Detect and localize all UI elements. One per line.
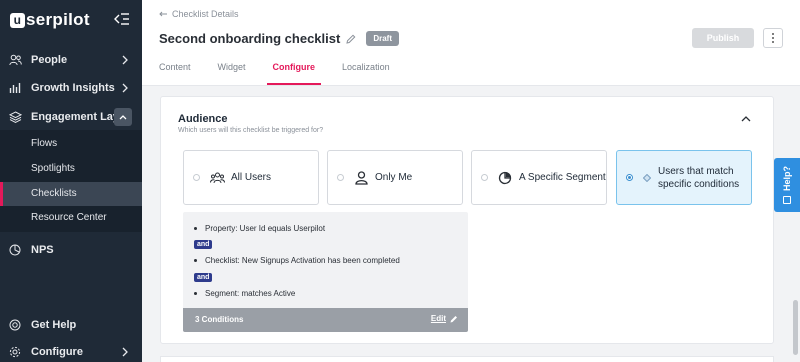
sidebar-subitem-flows[interactable]: Flows: [0, 132, 142, 156]
pencil-icon[interactable]: [346, 34, 356, 44]
tab-localization[interactable]: Localization: [342, 58, 390, 86]
diamond-icon: [642, 170, 651, 186]
logo-text: serpilot: [26, 10, 90, 29]
status-badge: Draft: [366, 31, 399, 46]
option-label: Only Me: [375, 172, 413, 183]
arrow-left-icon: [159, 11, 167, 17]
layers-icon: [8, 110, 22, 124]
and-badge: and: [194, 240, 213, 249]
sidebar: u serpilot People Growth Insights Engage…: [0, 0, 142, 362]
chevron-right-icon: [122, 83, 128, 93]
next-section-card: [160, 356, 774, 362]
sidebar-subitem-resource-center[interactable]: Resource Center: [0, 206, 142, 230]
audience-card: Audience Which users will this checklist…: [160, 96, 774, 344]
scrollbar[interactable]: [793, 300, 798, 355]
more-options-icon[interactable]: [763, 28, 783, 48]
sidebar-item-get-help[interactable]: Get Help: [0, 312, 142, 338]
option-label: All Users: [231, 172, 272, 183]
sidebar-subitem-spotlights[interactable]: Spotlights: [0, 157, 142, 181]
back-link[interactable]: Checklist Details: [159, 9, 239, 19]
audience-option-specific-segment[interactable]: A Specific Segment: [471, 150, 607, 205]
book-icon: [783, 195, 791, 204]
radio-button[interactable]: [193, 174, 200, 181]
option-label: A Specific Segment: [519, 172, 606, 183]
conditions-panel: Property: User Id equals Userpilot and C…: [183, 212, 468, 332]
sidebar-item-label: Growth Insights: [31, 82, 115, 94]
people-icon: [8, 53, 22, 67]
audience-title: Audience: [178, 113, 228, 125]
conditions-footer: 3 Conditions Edit: [183, 308, 468, 332]
condition-item: Segment: matches Active: [194, 289, 295, 298]
chevron-right-icon: [122, 347, 128, 357]
back-link-label: Checklist Details: [172, 9, 239, 19]
tab-content[interactable]: Content: [159, 58, 191, 86]
chevron-up-icon[interactable]: [741, 115, 751, 122]
bar-chart-icon: [8, 81, 22, 95]
help-tab-label: Help?: [782, 166, 792, 192]
gear-icon: [8, 345, 22, 359]
condition-item: Checklist: New Signups Activation has be…: [194, 256, 400, 265]
pencil-icon: [450, 315, 457, 322]
sidebar-subitem-checklists[interactable]: Checklists: [0, 182, 142, 206]
audience-option-conditions[interactable]: Users that match specific conditions: [616, 150, 752, 205]
publish-button[interactable]: Publish: [692, 28, 754, 48]
edit-conditions-link[interactable]: Edit: [431, 314, 458, 323]
sidebar-item-growth-insights[interactable]: Growth Insights: [0, 75, 142, 101]
pie-chart-icon: [497, 170, 513, 186]
option-label: Users that match specific conditions: [658, 165, 740, 190]
page-title: Second onboarding checklist Draft: [159, 31, 399, 46]
logo[interactable]: u serpilot: [10, 10, 90, 30]
sidebar-item-label: Configure: [31, 346, 83, 358]
sidebar-item-people[interactable]: People: [0, 47, 142, 73]
radio-button[interactable]: [626, 174, 633, 181]
page-header: Checklist Details Second onboarding chec…: [142, 0, 800, 86]
audience-option-only-me[interactable]: Only Me: [327, 150, 463, 205]
conditions-count: 3 Conditions: [195, 315, 244, 324]
page-title-text: Second onboarding checklist: [159, 31, 341, 46]
audience-subtitle: Which users will this checklist be trigg…: [178, 127, 324, 134]
nps-icon: [8, 243, 22, 257]
radio-button[interactable]: [337, 174, 344, 181]
tab-configure[interactable]: Configure: [266, 58, 321, 86]
sidebar-item-label: NPS: [31, 244, 54, 256]
tab-bar: Content Widget Configure Localization: [159, 58, 417, 86]
condition-item: Property: User Id equals Userpilot: [194, 224, 325, 233]
chevron-up-icon[interactable]: [114, 108, 132, 126]
help-circle-icon: [8, 318, 22, 332]
chevron-right-icon: [122, 55, 128, 65]
tab-widget[interactable]: Widget: [218, 58, 246, 86]
radio-button[interactable]: [481, 174, 488, 181]
collapse-sidebar-icon[interactable]: [114, 12, 130, 26]
audience-option-all-users[interactable]: All Users: [183, 150, 319, 205]
and-badge: and: [194, 273, 213, 282]
help-widget-tab[interactable]: Help?: [774, 158, 800, 212]
logo-mark: u: [10, 12, 25, 28]
edit-label: Edit: [430, 314, 446, 323]
sidebar-item-label: People: [31, 54, 68, 66]
sidebar-item-label: Get Help: [31, 319, 77, 331]
sidebar-item-configure[interactable]: Configure: [0, 339, 142, 362]
user-icon: [353, 170, 369, 186]
users-icon: [209, 170, 225, 186]
sidebar-item-nps[interactable]: NPS: [0, 237, 142, 263]
